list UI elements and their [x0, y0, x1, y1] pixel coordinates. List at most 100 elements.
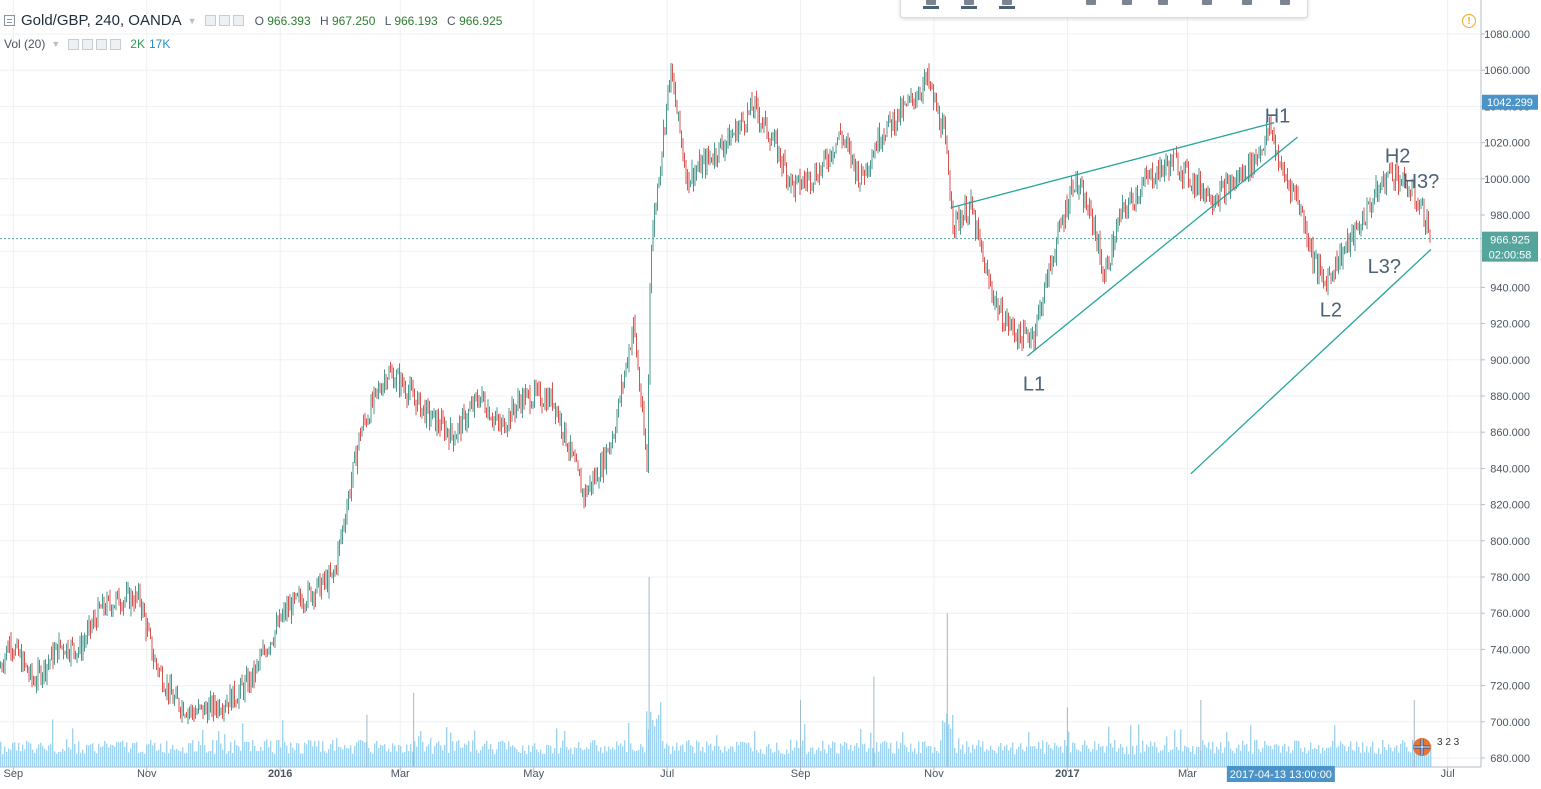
- volume-bar: [826, 753, 828, 767]
- pattern-annotations[interactable]: H1 L1 H2 H3? L2 L3?: [1023, 106, 1439, 396]
- volume-bar: [6, 751, 8, 767]
- volume-bar: [130, 748, 132, 767]
- alert-icon[interactable]: !: [1462, 14, 1476, 28]
- volume-bar: [938, 752, 940, 767]
- volume-bar: [504, 742, 506, 767]
- pattern-label-h1[interactable]: H1: [1265, 106, 1291, 128]
- lock-icon[interactable]: [1199, 0, 1215, 9]
- close-icon[interactable]: [110, 38, 122, 50]
- settings-icon[interactable]: [82, 38, 94, 50]
- volume-bar: [58, 751, 60, 767]
- volume-bar: [1324, 750, 1326, 767]
- pattern-label-h3-q[interactable]: H3?: [1403, 171, 1440, 193]
- volume-bar: [478, 753, 480, 767]
- volume-bar: [832, 741, 834, 767]
- volume-bar: [258, 751, 260, 767]
- settings-icon[interactable]: [218, 15, 230, 26]
- volume-bar: [348, 748, 350, 767]
- volume-bar: [816, 749, 818, 767]
- volume-bar: [934, 747, 936, 767]
- volume-bar: [890, 742, 892, 767]
- volume-bar: [640, 744, 642, 767]
- volume-bar: [1112, 747, 1114, 767]
- volume-bar: [560, 747, 562, 767]
- volume-bar: [522, 745, 524, 767]
- price-axis[interactable]: 680.000 700.000 720.000 740.000 760.000 780.0…: [1480, 0, 1541, 767]
- drawing-toolbar[interactable]: 20: [900, 0, 1308, 18]
- volume-bar: [488, 749, 490, 767]
- volume-bar: [276, 740, 278, 767]
- events-badge[interactable]: 3 2 3: [1413, 737, 1460, 756]
- clone-icon[interactable]: [1119, 0, 1135, 9]
- volume-label[interactable]: Vol (20): [4, 37, 45, 51]
- volume-bar: [1400, 743, 1402, 767]
- volume-bar: [394, 745, 396, 767]
- volume-bar: [752, 751, 754, 767]
- price-tick-label: 740.000: [1490, 644, 1530, 656]
- volume-bar: [392, 743, 394, 767]
- chevron-down-icon[interactable]: ▼: [51, 39, 60, 49]
- volume-bar: [272, 752, 274, 767]
- volume-bar: [690, 745, 692, 767]
- volume-bar: [208, 751, 210, 767]
- volume-bar: [1390, 747, 1392, 767]
- pattern-label-h2[interactable]: H2: [1385, 146, 1411, 168]
- volume-bar: [876, 742, 878, 767]
- volume-bar: [2, 754, 4, 767]
- chart-canvas[interactable]: H1 L1 H2 H3? L2 L3? 680.000 700.000 720.000 740.…: [0, 0, 1541, 789]
- brush-tool-icon[interactable]: [999, 0, 1015, 9]
- volume-bar: [38, 744, 40, 767]
- volume-bar: [314, 741, 316, 767]
- trendlines[interactable]: [950, 122, 1432, 475]
- volume-bar: [1374, 753, 1376, 767]
- trendline[interactable]: [1190, 248, 1432, 475]
- hide-icon[interactable]: [204, 15, 216, 26]
- volume-bar: [954, 747, 956, 767]
- volume-bar: [878, 751, 880, 767]
- volume-bar: [14, 742, 16, 767]
- text-tool-icon[interactable]: [961, 0, 977, 9]
- volume-bar: [510, 746, 512, 767]
- volume-bar: [664, 748, 666, 767]
- line-tool-icon[interactable]: [923, 0, 939, 9]
- volume-bar: [774, 751, 776, 767]
- volume-bar: [1088, 748, 1090, 767]
- volume-bar: [936, 751, 938, 767]
- volume-bar: [1070, 752, 1072, 767]
- volume-bar: [1132, 746, 1134, 767]
- legend-menu-icon[interactable]: [4, 15, 15, 26]
- visibility-icon[interactable]: [1239, 0, 1255, 9]
- volume-bar: [862, 744, 864, 767]
- volume-bar: [166, 740, 168, 767]
- volume-bar: [1168, 752, 1170, 767]
- volume-bar: [1408, 751, 1410, 767]
- volume-bar: [540, 749, 542, 767]
- pattern-label-l2[interactable]: L2: [1320, 299, 1342, 321]
- volume-bar: [222, 749, 224, 767]
- pin-icon[interactable]: [1083, 0, 1099, 9]
- volume-bar: [594, 740, 596, 767]
- delete-icon[interactable]: [1277, 0, 1293, 9]
- volume-bar: [492, 749, 494, 767]
- volume-bar: [1138, 724, 1140, 767]
- volume-bar: [582, 750, 584, 767]
- symbol-title[interactable]: Gold/GBP, 240, OANDA: [21, 12, 182, 29]
- volume-bar: [446, 727, 448, 767]
- volume-bar: [620, 743, 622, 767]
- line-width-value[interactable]: 20: [1039, 0, 1051, 3]
- price-tick-label: 860.000: [1490, 427, 1530, 439]
- pattern-label-l3-q[interactable]: L3?: [1368, 256, 1401, 278]
- copy-icon[interactable]: [1155, 0, 1171, 9]
- more-icon[interactable]: [232, 15, 244, 26]
- add-icon[interactable]: [96, 38, 108, 50]
- pattern-label-l1[interactable]: L1: [1023, 374, 1045, 396]
- volume-bar: [840, 743, 842, 767]
- volume-bar: [180, 751, 182, 767]
- volume-bar: [182, 747, 184, 767]
- volume-bar: [706, 741, 708, 767]
- hide-icon[interactable]: [68, 38, 80, 50]
- volume-bar: [448, 752, 450, 767]
- time-axis[interactable]: Sep Nov 2016 Mar May Jul Sep Nov 2017 Mar Jul 2017…: [0, 766, 1481, 789]
- chevron-down-icon[interactable]: ▼: [188, 16, 197, 26]
- volume-bar: [432, 753, 434, 767]
